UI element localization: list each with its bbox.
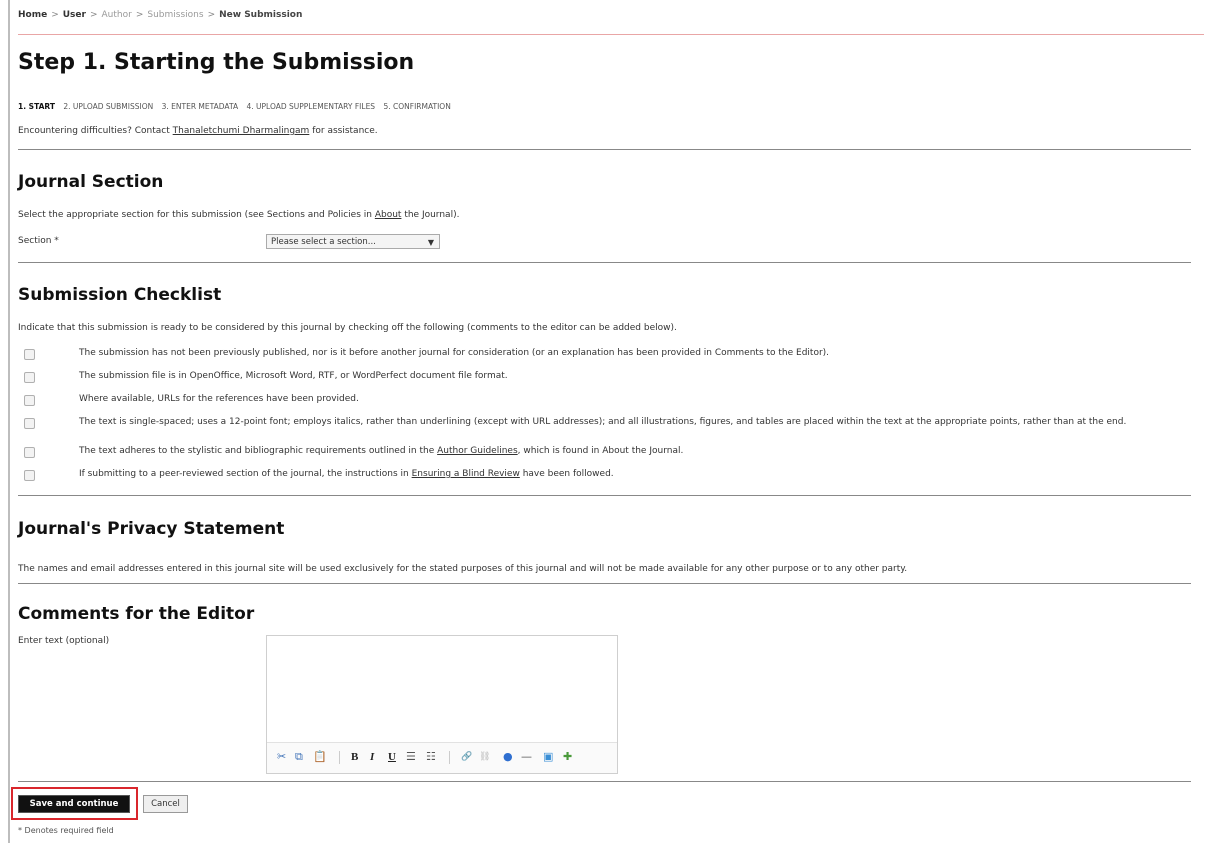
left-border — [8, 0, 10, 843]
checklist-item-label: The submission file is in OpenOffice, Mi… — [79, 371, 508, 381]
help-suffix: for assistance. — [312, 126, 378, 136]
cut-icon[interactable]: ✂ — [277, 751, 286, 763]
breadcrumb-user[interactable]: User — [63, 10, 86, 20]
upload-icon[interactable]: ✚ — [563, 751, 572, 763]
checklist-checkbox[interactable] — [24, 470, 35, 481]
step-start: 1. START — [18, 102, 55, 111]
step-confirmation: 5. CONFIRMATION — [383, 102, 451, 111]
link-icon[interactable]: 🔗 — [461, 751, 472, 763]
horizontal-rule-icon[interactable]: — — [521, 751, 532, 763]
contact-link[interactable]: Thanaletchumi Dharmalingam — [173, 126, 310, 136]
checklist-intro: Indicate that this submission is ready t… — [18, 323, 677, 333]
instruction-text: the Journal). — [404, 210, 460, 220]
help-text: Encountering difficulties? Contact Thana… — [18, 126, 378, 136]
editor-toolbar: ✂ ⧉ 📋 B I U ☰ ☷ 🔗 ⛓ ● — ▣ ✚ — [267, 742, 617, 773]
checklist-item-label: If submitting to a peer-reviewed section… — [79, 469, 1199, 480]
breadcrumb-divider — [18, 34, 1204, 35]
paste-icon[interactable]: 📋 — [313, 751, 327, 763]
image-icon[interactable]: ▣ — [543, 751, 553, 763]
step-upload-submission: 2. UPLOAD SUBMISSION — [63, 102, 154, 111]
section-divider — [18, 583, 1191, 584]
checklist-item-label: The submission has not been previously p… — [79, 348, 830, 358]
comments-label: Enter text (optional) — [18, 636, 110, 646]
save-and-continue-button[interactable]: Save and continue — [18, 795, 130, 813]
breadcrumb-separator: > — [89, 10, 98, 20]
italic-icon[interactable]: I — [370, 751, 374, 763]
breadcrumb-current: New Submission — [219, 10, 303, 20]
author-guidelines-link[interactable]: Author Guidelines — [437, 446, 518, 456]
toolbar-separator — [449, 751, 450, 764]
step-progress: 1. START 2. UPLOAD SUBMISSION 3. ENTER M… — [18, 102, 457, 111]
unlink-icon[interactable]: ⛓ — [479, 751, 490, 763]
section-select-value: Please select a section... — [271, 237, 376, 247]
numbered-list-icon[interactable]: ☷ — [426, 751, 436, 763]
comments-editor[interactable]: ✂ ⧉ 📋 B I U ☰ ☷ 🔗 ⛓ ● — ▣ ✚ — [266, 635, 618, 774]
chevron-down-icon: ▼ — [427, 238, 434, 247]
page-title: Step 1. Starting the Submission — [18, 50, 415, 75]
underline-icon[interactable]: U — [388, 751, 396, 763]
checklist-item-label: The text adheres to the stylistic and bi… — [79, 446, 1199, 457]
instruction-text: Select the appropriate section for this … — [18, 210, 372, 220]
checklist-item-label: Where available, URLs for the references… — [79, 394, 359, 404]
bullet-list-icon[interactable]: ☰ — [406, 751, 416, 763]
checklist-item-text: , which is found in About the Journal. — [517, 446, 684, 456]
required-field-note: * Denotes required field — [18, 826, 114, 835]
breadcrumb-separator: > — [135, 10, 144, 20]
step-enter-metadata: 3. ENTER METADATA — [161, 102, 239, 111]
checklist-heading: Submission Checklist — [18, 285, 222, 305]
privacy-heading: Journal's Privacy Statement — [18, 519, 285, 539]
checklist-item-text: have been followed. — [522, 469, 614, 479]
about-link[interactable]: About — [375, 210, 402, 220]
section-divider — [18, 495, 1191, 496]
checklist-item: The submission has not been previously p… — [18, 348, 1204, 362]
blind-review-link[interactable]: Ensuring a Blind Review — [412, 469, 520, 479]
checklist-checkbox[interactable] — [24, 395, 35, 406]
checklist-checkbox[interactable] — [24, 372, 35, 383]
checklist-item-text: If submitting to a peer-reviewed section… — [79, 469, 409, 479]
toolbar-separator — [339, 751, 340, 764]
checklist-item: Where available, URLs for the references… — [18, 394, 1204, 408]
journal-section-heading: Journal Section — [18, 172, 164, 192]
checklist-item-text: The text adheres to the stylistic and bi… — [79, 446, 435, 456]
breadcrumb-home[interactable]: Home — [18, 10, 47, 20]
breadcrumb-separator: > — [207, 10, 216, 20]
checklist-checkbox[interactable] — [24, 447, 35, 458]
checklist-item: The submission file is in OpenOffice, Mi… — [18, 371, 1204, 385]
privacy-text: The names and email addresses entered in… — [18, 564, 908, 574]
section-select[interactable]: Please select a section... ▼ — [266, 234, 440, 249]
breadcrumb-author[interactable]: Author — [102, 10, 132, 20]
checklist-checkbox[interactable] — [24, 349, 35, 360]
breadcrumb-separator: > — [51, 10, 59, 20]
comments-textarea[interactable] — [267, 636, 617, 742]
copy-icon[interactable]: ⧉ — [295, 751, 303, 763]
checklist-item: If submitting to a peer-reviewed section… — [18, 469, 1204, 483]
help-prefix: Encountering difficulties? Contact — [18, 126, 170, 136]
journal-section-instruction: Select the appropriate section for this … — [18, 210, 459, 220]
cancel-button[interactable]: Cancel — [143, 795, 188, 813]
page-content: Home > User > Author > Submissions > New Submiss… — [11, 0, 1204, 843]
checklist-item: The text adheres to the stylistic and bi… — [18, 446, 1204, 460]
step-upload-supplementary: 4. UPLOAD SUPPLEMENTARY FILES — [246, 102, 376, 111]
bold-icon[interactable]: B — [351, 751, 358, 763]
checklist-checkbox[interactable] — [24, 418, 35, 429]
section-divider — [18, 149, 1191, 150]
checklist-item-label: The text is single-spaced; uses a 12-poi… — [79, 417, 1127, 427]
breadcrumb: Home > User > Author > Submissions > New Submiss… — [18, 10, 302, 20]
section-label: Section * — [18, 236, 59, 246]
section-divider — [18, 781, 1191, 782]
anchor-icon[interactable]: ● — [503, 751, 513, 763]
breadcrumb-submissions[interactable]: Submissions — [147, 10, 203, 20]
section-divider — [18, 262, 1191, 263]
comments-heading: Comments for the Editor — [18, 604, 255, 624]
checklist-item: The text is single-spaced; uses a 12-poi… — [18, 417, 1204, 431]
